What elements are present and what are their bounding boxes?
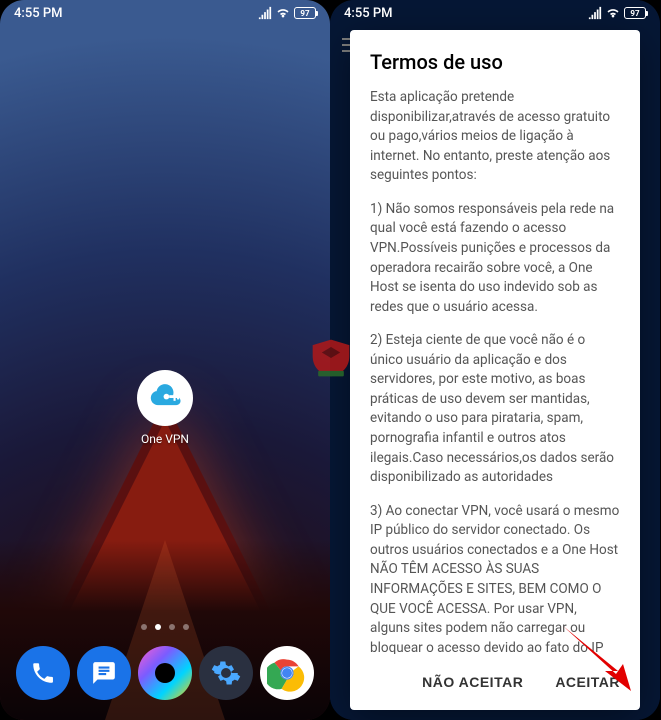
terms-p2: 2) Esteja ciente de que você não é o úni… [370,331,620,488]
status-bar: 4:55 PM 97 [0,0,330,26]
browser-app-icon[interactable] [138,646,192,700]
wifi-icon [276,6,290,20]
decline-button[interactable]: NÃO ACEITAR [410,664,535,700]
status-time: 4:55 PM [14,6,63,21]
onevpn-app-icon [137,370,193,426]
status-time: 4:55 PM [344,6,393,21]
app-shortcut-onevpn[interactable]: One VPN [137,370,193,446]
chrome-app-icon[interactable] [260,646,314,700]
signal-icon [258,6,272,20]
wallpaper [0,0,330,720]
status-bar: 4:55 PM 97 [330,0,660,26]
dialog-title: Termos de uso [370,50,620,74]
watermark-icon [309,336,353,384]
dialog-body: Esta aplicação pretende disponibilizar,a… [370,88,620,654]
settings-app-icon[interactable] [199,646,253,700]
terms-p3: 3) Ao conectar VPN, você usará o mesmo I… [370,502,620,654]
signal-icon [588,6,602,20]
home-screen: 4:55 PM 97 One VPN [0,0,330,720]
dialog-actions: NÃO ACEITAR ACEITAR [350,654,640,710]
phone-app-icon[interactable] [16,646,70,700]
dialog-overlay: Termos de uso Esta aplicação pretende di… [330,0,660,720]
app-shortcut-label: One VPN [141,432,189,446]
terms-intro: Esta aplicação pretende disponibilizar,a… [370,88,620,186]
wifi-icon [606,6,620,20]
page-indicator [0,624,330,630]
battery-icon: 97 [624,7,646,19]
messages-app-icon[interactable] [77,646,131,700]
accept-button[interactable]: ACEITAR [543,664,632,700]
battery-icon: 97 [294,7,316,19]
terms-dialog: Termos de uso Esta aplicação pretende di… [350,30,640,710]
app-screen: 4:55 PM 97 Termos de uso Esta aplicação … [330,0,660,720]
terms-p1: 1) Não somos responsáveis pela rede na q… [370,200,620,317]
dock [12,638,318,708]
